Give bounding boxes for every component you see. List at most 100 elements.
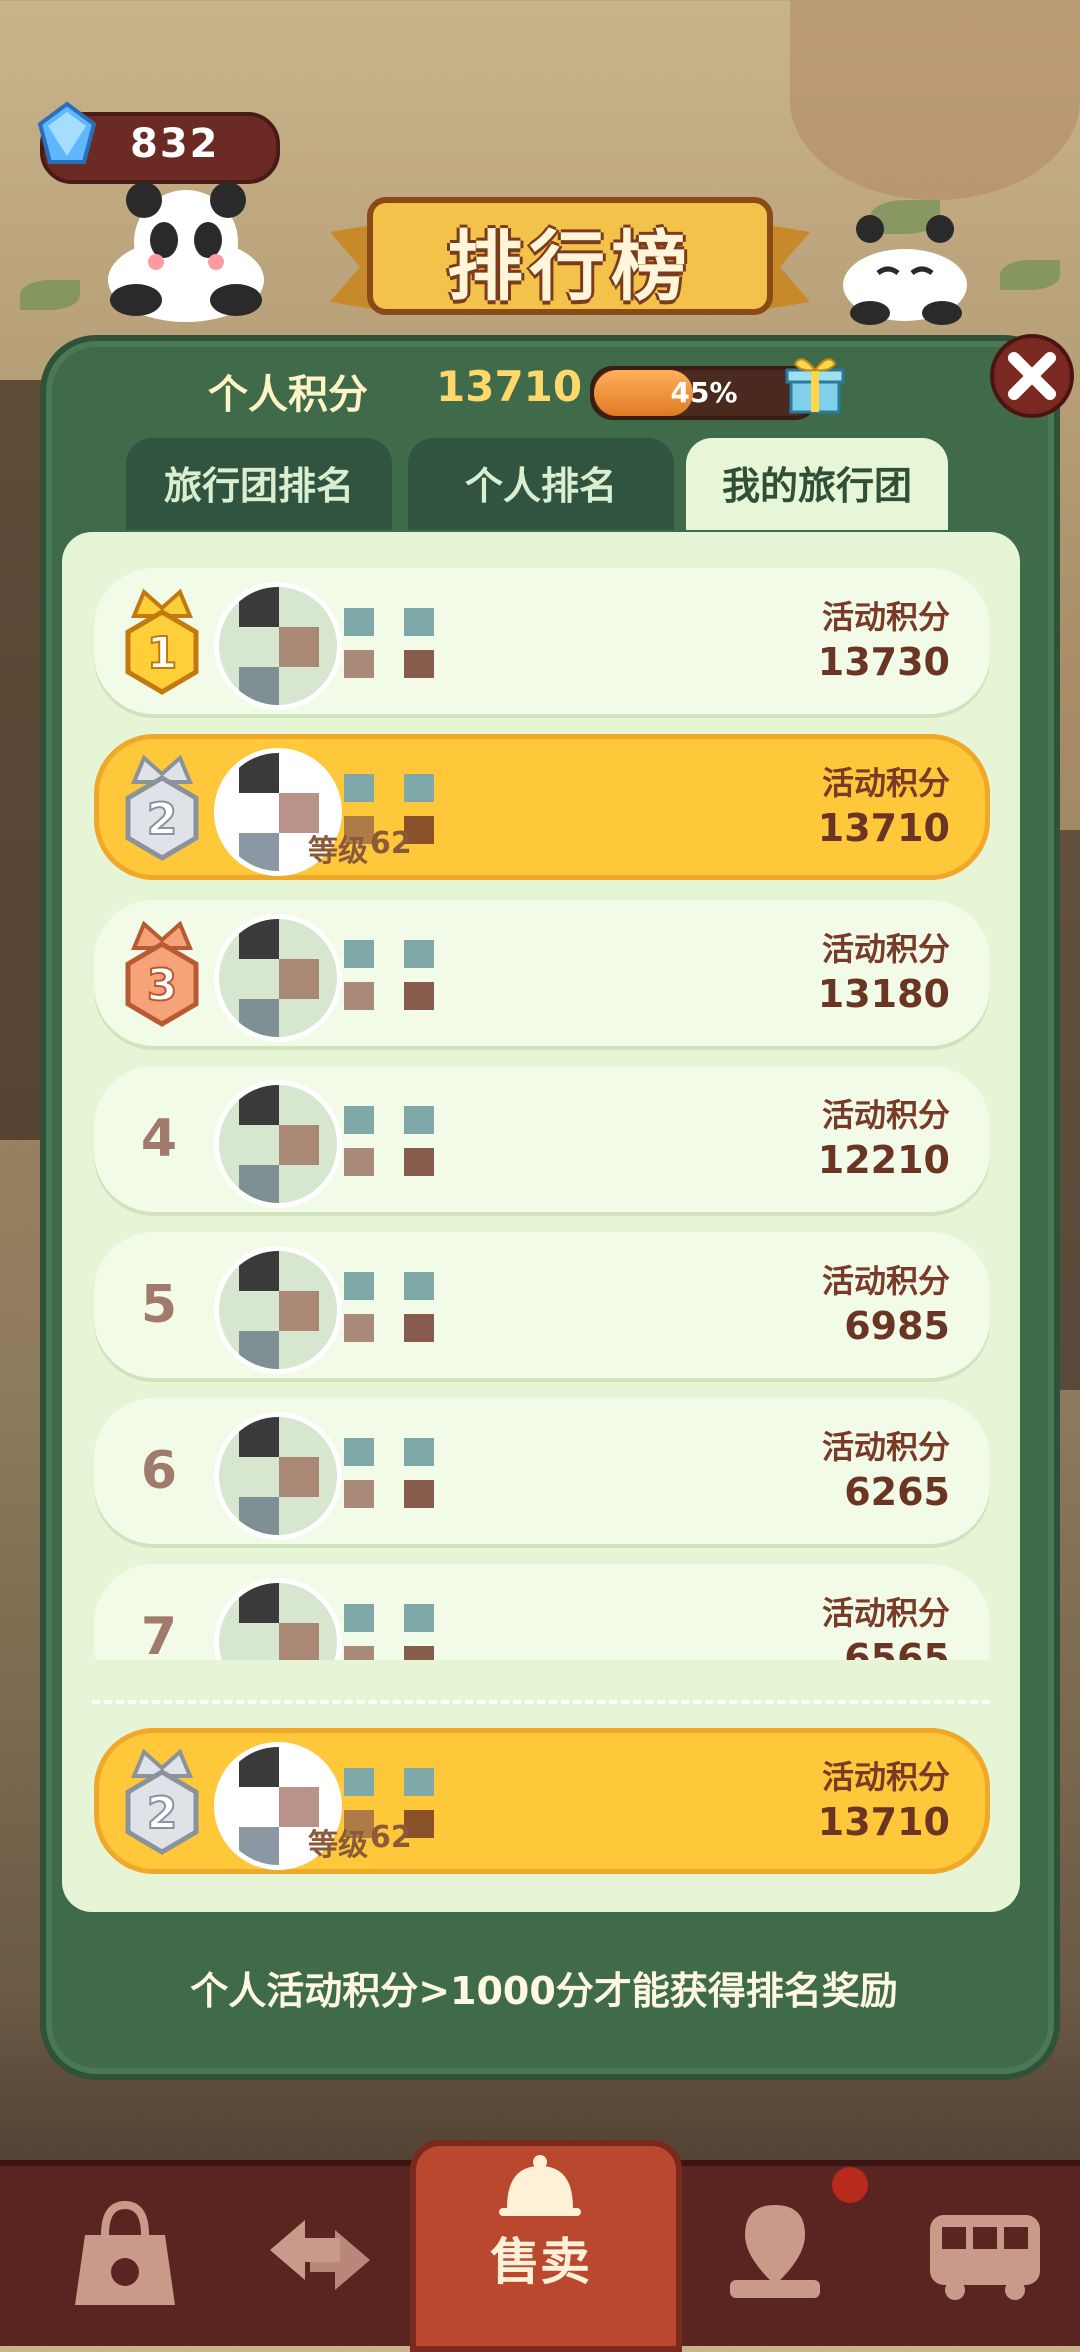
tab-personal-ranking[interactable]: 个人排名	[408, 438, 674, 530]
avatar-pixel	[279, 1125, 319, 1165]
level-value: 62	[370, 1820, 412, 1855]
map-pin-icon[interactable]	[700, 2180, 850, 2320]
rank-number: 7	[140, 1607, 178, 1660]
avatar-pixel	[239, 1165, 279, 1203]
name-pixel	[404, 982, 434, 1010]
rank-number: 4	[140, 1109, 178, 1169]
bronze-medal-icon: 3	[125, 920, 199, 1027]
name-pixel	[404, 1480, 434, 1508]
player-avatar	[214, 1246, 342, 1374]
level-value: 37	[370, 1656, 412, 1660]
avatar-pixel	[279, 1623, 319, 1660]
ranking-row[interactable]: 7 等级 37 活动积分 6565	[94, 1564, 990, 1660]
points-value: 13730	[817, 640, 950, 684]
points-label: 活动积分	[821, 1262, 950, 1300]
name-pixel	[404, 608, 434, 636]
points-label: 活动积分	[821, 1096, 950, 1134]
player-name-blurred	[344, 1438, 484, 1508]
bus-icon[interactable]	[910, 2180, 1060, 2320]
ranking-row[interactable]: 1 活动积分 13730	[94, 568, 990, 714]
personal-score-label: 个人积分	[208, 372, 368, 418]
background-mushroom	[790, 0, 1080, 200]
avatar-pixel	[239, 753, 279, 793]
avatar-pixel	[239, 833, 279, 871]
name-pixel	[344, 1768, 374, 1796]
name-pixel	[404, 1604, 434, 1632]
avatar-pixel	[239, 1331, 279, 1369]
name-pixel	[404, 1148, 434, 1176]
footer-note: 个人活动积分>1000分才能获得排名奖励	[190, 1969, 898, 2013]
player-avatar	[214, 1578, 342, 1660]
close-button[interactable]	[988, 332, 1076, 420]
score-progress-bar: 45%	[590, 366, 818, 420]
points-value: 13710	[817, 806, 950, 850]
bag-icon[interactable]	[50, 2180, 200, 2320]
panda-icon	[843, 215, 967, 325]
name-pixel	[404, 1768, 434, 1796]
player-avatar	[214, 914, 342, 1042]
avatar-pixel	[239, 999, 279, 1037]
personal-score-value: 13710	[436, 362, 583, 411]
name-pixel	[344, 608, 374, 636]
sell-label: 售卖	[490, 2233, 590, 2291]
progress-text: 45%	[670, 376, 738, 409]
avatar-pixel	[279, 959, 319, 999]
avatar-pixel	[239, 1583, 279, 1623]
swap-arrows-icon[interactable]	[245, 2180, 395, 2320]
avatar-pixel	[239, 1417, 279, 1457]
page-title: 排行榜	[447, 222, 693, 311]
name-pixel	[404, 1438, 434, 1466]
gift-icon[interactable]	[785, 352, 845, 416]
level-value: 62	[370, 826, 412, 861]
name-pixel	[344, 982, 374, 1010]
ranking-row[interactable]: 2 等级 62 活动积分 13710	[94, 734, 990, 880]
name-pixel	[344, 650, 374, 678]
name-pixel	[404, 1106, 434, 1134]
points-value: 13180	[817, 972, 950, 1016]
avatar-pixel	[239, 587, 279, 627]
background-leaf	[1000, 260, 1060, 290]
service-bell-icon	[499, 2155, 581, 2216]
points-value: 13710	[817, 1800, 950, 1844]
silver-medal-icon: 2	[125, 754, 199, 861]
avatar-pixel	[239, 1085, 279, 1125]
points-value: 12210	[817, 1138, 950, 1182]
tab-my-team[interactable]: 我的旅行团	[686, 438, 948, 530]
name-pixel	[344, 1314, 374, 1342]
tab-team-ranking[interactable]: 旅行团排名	[126, 438, 392, 530]
player-name-blurred	[344, 1272, 484, 1342]
ranking-row[interactable]: 4 活动积分 12210	[94, 1066, 990, 1212]
player-name-blurred	[344, 608, 484, 678]
player-avatar	[214, 582, 342, 710]
ranking-row[interactable]: 6 活动积分 6265	[94, 1398, 990, 1544]
list-divider	[92, 1700, 990, 1704]
name-pixel	[404, 1272, 434, 1300]
avatar-pixel	[239, 919, 279, 959]
points-label: 活动积分	[821, 1428, 950, 1466]
background-leaf	[20, 280, 80, 310]
points-value: 6565	[844, 1636, 950, 1660]
avatar-pixel	[239, 1251, 279, 1291]
ranking-list[interactable]: 1 活动积分 13730 2 等级 62 活动积分 13710 3 活动积分 1…	[62, 540, 1020, 1660]
name-pixel	[344, 774, 374, 802]
name-pixel	[344, 1604, 374, 1632]
points-label: 活动积分	[821, 1594, 950, 1632]
level-label: 等级	[308, 1828, 368, 1863]
player-name-blurred	[344, 1106, 484, 1176]
my-rank-row[interactable]: 2 等级 62 活动积分 13710	[94, 1728, 990, 1874]
panda-icon	[108, 182, 264, 322]
gold-medal-icon: 1	[125, 588, 199, 695]
medal-rank-text: 3	[147, 960, 178, 1011]
name-pixel	[404, 650, 434, 678]
gem-icon	[37, 101, 97, 164]
ranking-row[interactable]: 3 活动积分 13180	[94, 900, 990, 1046]
ranking-row[interactable]: 5 活动积分 6985	[94, 1232, 990, 1378]
name-pixel	[344, 940, 374, 968]
name-pixel	[344, 1106, 374, 1134]
name-pixel	[344, 1438, 374, 1466]
name-pixel	[344, 1148, 374, 1176]
name-pixel	[404, 774, 434, 802]
points-value: 6265	[844, 1470, 950, 1514]
points-label: 活动积分	[821, 930, 950, 968]
player-avatar	[214, 1412, 342, 1540]
